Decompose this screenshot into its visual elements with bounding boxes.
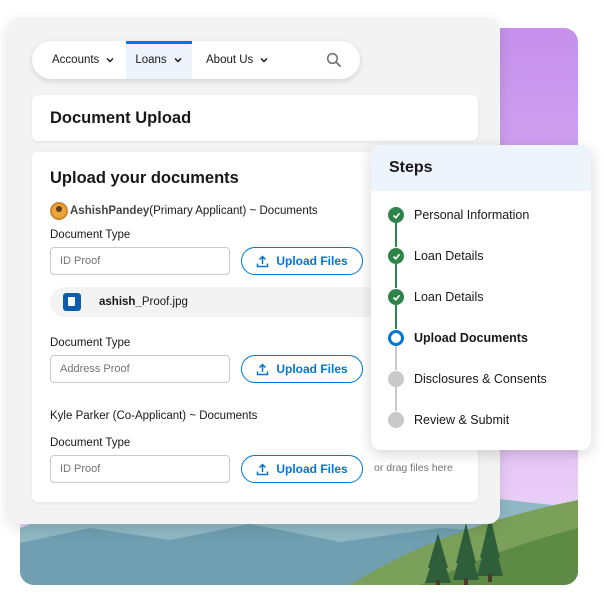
pending-step-icon: [388, 371, 404, 387]
step-label: Personal Information: [414, 208, 530, 222]
document-type-field[interactable]: Address Proof: [50, 355, 230, 383]
document-type-label: Document Type: [50, 337, 131, 349]
current-step-icon: [388, 330, 404, 346]
upload-files-label: Upload Files: [276, 254, 348, 268]
step-upload-documents[interactable]: Upload Documents: [388, 330, 528, 346]
upload-heading: Upload your documents: [50, 169, 239, 187]
file-icon: [63, 293, 81, 311]
steps-title: Steps: [371, 145, 591, 191]
page-title: Document Upload: [50, 109, 192, 127]
uploaded-file[interactable]: ashish_Proof.jpg: [50, 287, 410, 317]
search-icon[interactable]: [326, 52, 342, 68]
step-label: Loan Details: [414, 249, 484, 263]
upload-icon: [257, 362, 269, 375]
step-label: Loan Details: [414, 290, 484, 304]
pending-step-icon: [388, 412, 404, 428]
applicant-name: AshishPandey: [70, 205, 150, 217]
step-connector: [395, 264, 397, 288]
upload-icon: [257, 462, 269, 475]
file-name-rest: Proof.jpg: [141, 296, 188, 308]
upload-files-button[interactable]: Upload Files: [241, 355, 363, 383]
chevron-down-icon: [106, 57, 114, 63]
top-navigation: Accounts Loans About Us: [32, 41, 360, 79]
upload-files-label: Upload Files: [276, 462, 348, 476]
drag-hint: or drag files here: [374, 462, 453, 474]
upload-files-label: Upload Files: [276, 362, 348, 376]
upload-icon: [257, 254, 269, 267]
check-icon: [388, 207, 404, 223]
upload-files-button[interactable]: Upload Files: [241, 247, 363, 275]
nav-loans-label: Loans: [135, 54, 167, 66]
step-connector: [395, 387, 397, 411]
check-icon: [388, 289, 404, 305]
step-label: Review & Submit: [414, 413, 510, 427]
check-icon: [388, 248, 404, 264]
step-label: Disclosures & Consents: [414, 372, 547, 386]
document-type-field[interactable]: ID Proof: [50, 455, 230, 483]
document-type-label: Document Type: [50, 437, 131, 449]
steps-panel: Steps Personal Information Loan Details …: [371, 145, 591, 450]
primary-applicant-row: AshishPandey (Primary Applicant) ~ Docum…: [50, 202, 318, 220]
chevron-down-icon: [260, 57, 268, 63]
nav-accounts-label: Accounts: [52, 54, 100, 66]
chevron-down-icon: [174, 57, 182, 63]
step-personal-information[interactable]: Personal Information: [388, 207, 529, 223]
file-name: ashish_Proof.jpg: [99, 296, 188, 308]
step-review-submit[interactable]: Review & Submit: [388, 412, 509, 428]
upload-files-button[interactable]: Upload Files: [241, 455, 363, 483]
step-connector: [395, 346, 397, 370]
nav-loans[interactable]: Loans: [126, 41, 192, 79]
file-name-prefix: ashish_: [99, 296, 142, 308]
step-label: Upload Documents: [414, 331, 528, 345]
step-disclosures-consents[interactable]: Disclosures & Consents: [388, 371, 547, 387]
step-loan-details-2[interactable]: Loan Details: [388, 289, 484, 305]
nav-about-us[interactable]: About Us: [206, 41, 269, 79]
step-connector: [395, 223, 397, 247]
nav-about-label: About Us: [206, 54, 254, 66]
document-type-field[interactable]: ID Proof: [50, 247, 230, 275]
step-loan-details[interactable]: Loan Details: [388, 248, 484, 264]
nav-accounts[interactable]: Accounts: [52, 41, 115, 79]
title-card: Document Upload: [32, 95, 478, 141]
document-type-label: Document Type: [50, 229, 131, 241]
avatar: [50, 202, 68, 220]
applicant-suffix: (Primary Applicant) ~ Documents: [149, 205, 318, 217]
step-connector: [395, 305, 397, 329]
co-applicant-label: Kyle Parker (Co-Applicant) ~ Documents: [50, 410, 258, 422]
